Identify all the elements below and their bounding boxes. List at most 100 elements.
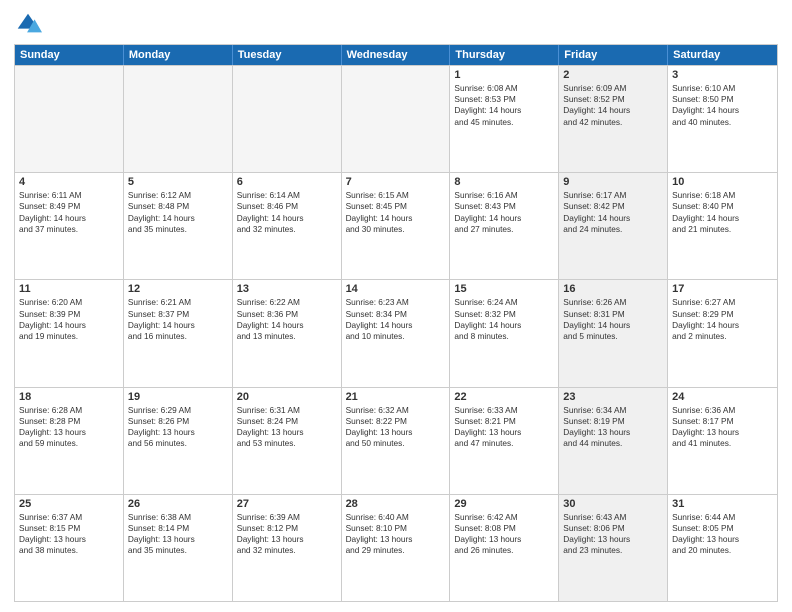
cell-info-line: and 37 minutes. xyxy=(19,224,119,235)
cell-info-line: Daylight: 14 hours xyxy=(563,213,663,224)
cell-info-line: Sunset: 8:50 PM xyxy=(672,94,773,105)
cell-info-line: Daylight: 13 hours xyxy=(237,427,337,438)
cell-info-line: Sunset: 8:43 PM xyxy=(454,201,554,212)
calendar-cell: 1Sunrise: 6:08 AMSunset: 8:53 PMDaylight… xyxy=(450,66,559,172)
cell-info-line: Daylight: 14 hours xyxy=(672,105,773,116)
calendar-cell: 26Sunrise: 6:38 AMSunset: 8:14 PMDayligh… xyxy=(124,495,233,601)
cell-info-line: Sunset: 8:08 PM xyxy=(454,523,554,534)
day-number: 8 xyxy=(454,176,554,188)
cell-info-line: Sunset: 8:22 PM xyxy=(346,416,446,427)
day-number: 4 xyxy=(19,176,119,188)
calendar-cell: 30Sunrise: 6:43 AMSunset: 8:06 PMDayligh… xyxy=(559,495,668,601)
cell-info-line: Sunrise: 6:08 AM xyxy=(454,83,554,94)
cell-info-line: Sunrise: 6:28 AM xyxy=(19,405,119,416)
cell-info-line: Daylight: 13 hours xyxy=(454,534,554,545)
cell-info-line: Sunset: 8:14 PM xyxy=(128,523,228,534)
cell-info-line: Sunset: 8:19 PM xyxy=(563,416,663,427)
calendar-cell: 13 Sunrise: 6:22 AMSunset: 8:36 PMDayligh… xyxy=(233,280,342,386)
day-number: 9 xyxy=(563,176,663,188)
day-number: 18 xyxy=(19,391,119,403)
cell-info-line: and 29 minutes. xyxy=(346,545,446,556)
calendar-cell: 19Sunrise: 6:29 AMSunset: 8:26 PMDayligh… xyxy=(124,388,233,494)
cell-info-line: Daylight: 13 hours xyxy=(19,534,119,545)
cell-info-line: Sunset: 8:17 PM xyxy=(672,416,773,427)
day-number: 20 xyxy=(237,391,337,403)
day-number: 15 xyxy=(454,283,554,295)
day-number: 5 xyxy=(128,176,228,188)
cell-info-line: Daylight: 13 hours xyxy=(346,534,446,545)
cell-info-line: Daylight: 13 hours xyxy=(672,534,773,545)
cell-info-line: and 45 minutes. xyxy=(454,117,554,128)
cell-info-line: Daylight: 13 hours xyxy=(454,427,554,438)
cell-info-line: Sunset: 8:53 PM xyxy=(454,94,554,105)
cell-info-line: Sunset: 8:39 PM xyxy=(19,309,119,320)
cell-info-line: Sunrise: 6:20 AM xyxy=(19,297,119,308)
calendar-row-4: 25Sunrise: 6:37 AMSunset: 8:15 PMDayligh… xyxy=(15,494,777,601)
cell-info-line: Sunrise: 6:42 AM xyxy=(454,512,554,523)
calendar-row-0: 1Sunrise: 6:08 AMSunset: 8:53 PMDaylight… xyxy=(15,65,777,172)
cell-info-line: Daylight: 13 hours xyxy=(19,427,119,438)
cell-info-line: Daylight: 14 hours xyxy=(237,320,337,331)
weekday-header-friday: Friday xyxy=(559,45,668,65)
calendar-cell: 16Sunrise: 6:26 AMSunset: 8:31 PMDayligh… xyxy=(559,280,668,386)
cell-info-line: and 44 minutes. xyxy=(563,438,663,449)
calendar-cell: 20Sunrise: 6:31 AMSunset: 8:24 PMDayligh… xyxy=(233,388,342,494)
cell-info-line: Daylight: 14 hours xyxy=(128,213,228,224)
calendar-cell: 28Sunrise: 6:40 AMSunset: 8:10 PMDayligh… xyxy=(342,495,451,601)
cell-info-line: and 23 minutes. xyxy=(563,545,663,556)
calendar-cell: 24Sunrise: 6:36 AMSunset: 8:17 PMDayligh… xyxy=(668,388,777,494)
day-number: 27 xyxy=(237,498,337,510)
weekday-header-wednesday: Wednesday xyxy=(342,45,451,65)
day-number: 13 xyxy=(237,283,337,295)
cell-info-line: and 16 minutes. xyxy=(128,331,228,342)
cell-info-line: and 41 minutes. xyxy=(672,438,773,449)
cell-info-line: Sunrise: 6:32 AM xyxy=(346,405,446,416)
day-number: 12 xyxy=(128,283,228,295)
cell-info-line: and 5 minutes. xyxy=(563,331,663,342)
calendar-cell: 17Sunrise: 6:27 AMSunset: 8:29 PMDayligh… xyxy=(668,280,777,386)
cell-info-line: Daylight: 14 hours xyxy=(237,213,337,224)
cell-info-line: and 21 minutes. xyxy=(672,224,773,235)
cell-info-line: Daylight: 14 hours xyxy=(346,320,446,331)
cell-info-line: and 24 minutes. xyxy=(563,224,663,235)
day-number: 6 xyxy=(237,176,337,188)
calendar-row-3: 18Sunrise: 6:28 AMSunset: 8:28 PMDayligh… xyxy=(15,387,777,494)
cell-info-line: Daylight: 14 hours xyxy=(454,213,554,224)
cell-info-line: Sunset: 8:15 PM xyxy=(19,523,119,534)
cell-info-line: and 30 minutes. xyxy=(346,224,446,235)
day-number: 3 xyxy=(672,69,773,81)
cell-info-line: Sunrise: 6:22 AM xyxy=(237,297,337,308)
cell-info-line: Daylight: 14 hours xyxy=(563,105,663,116)
cell-info-line: Sunset: 8:24 PM xyxy=(237,416,337,427)
cell-info-line: Sunrise: 6:23 AM xyxy=(346,297,446,308)
calendar-cell: 23Sunrise: 6:34 AMSunset: 8:19 PMDayligh… xyxy=(559,388,668,494)
cell-info-line: Sunrise: 6:40 AM xyxy=(346,512,446,523)
day-number: 24 xyxy=(672,391,773,403)
cell-info-line: Daylight: 14 hours xyxy=(454,320,554,331)
cell-info-line: Sunrise: 6:21 AM xyxy=(128,297,228,308)
cell-info-line: and 35 minutes. xyxy=(128,224,228,235)
cell-info-line: and 20 minutes. xyxy=(672,545,773,556)
cell-info-line: and 32 minutes. xyxy=(237,224,337,235)
weekday-header-thursday: Thursday xyxy=(450,45,559,65)
cell-info-line: Sunset: 8:52 PM xyxy=(563,94,663,105)
calendar-cell: 6Sunrise: 6:14 AMSunset: 8:46 PMDaylight… xyxy=(233,173,342,279)
cell-info-line: Sunrise: 6:33 AM xyxy=(454,405,554,416)
cell-info-line: Daylight: 13 hours xyxy=(128,534,228,545)
cell-info-line: and 10 minutes. xyxy=(346,331,446,342)
calendar-cell: 31Sunrise: 6:44 AMSunset: 8:05 PMDayligh… xyxy=(668,495,777,601)
cell-info-line: Sunrise: 6:17 AM xyxy=(563,190,663,201)
calendar-cell: 12Sunrise: 6:21 AMSunset: 8:37 PMDayligh… xyxy=(124,280,233,386)
cell-info-line: Sunrise: 6:16 AM xyxy=(454,190,554,201)
calendar-cell: 7Sunrise: 6:15 AMSunset: 8:45 PMDaylight… xyxy=(342,173,451,279)
day-number: 17 xyxy=(672,283,773,295)
cell-info-line: Sunset: 8:36 PM xyxy=(237,309,337,320)
calendar-cell: 8 Sunrise: 6:16 AMSunset: 8:43 PMDaylight… xyxy=(450,173,559,279)
cell-info-line: and 56 minutes. xyxy=(128,438,228,449)
cell-info-line: Daylight: 14 hours xyxy=(346,213,446,224)
calendar-cell xyxy=(15,66,124,172)
cell-info-line: Daylight: 14 hours xyxy=(563,320,663,331)
day-number: 14 xyxy=(346,283,446,295)
cell-info-line: Sunrise: 6:34 AM xyxy=(563,405,663,416)
cell-info-line: Sunset: 8:21 PM xyxy=(454,416,554,427)
